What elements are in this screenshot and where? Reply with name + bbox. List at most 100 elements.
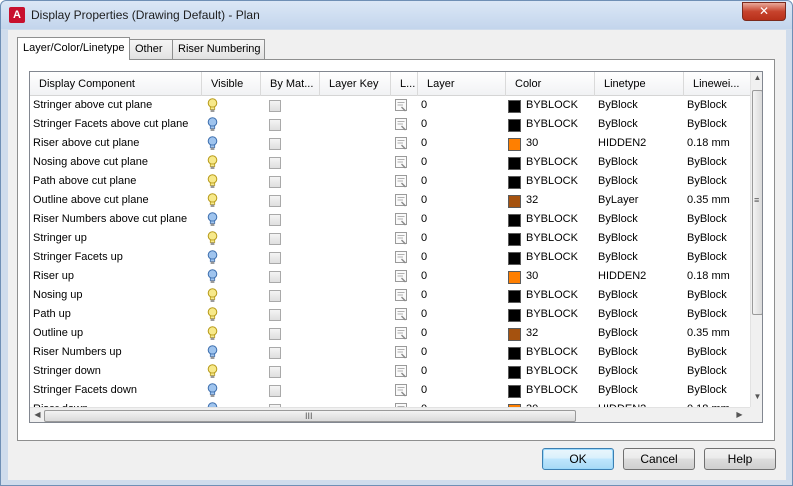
horizontal-scrollbar[interactable]: ◀ III ▶ xyxy=(30,407,750,422)
table-row[interactable]: Stringer Facets above cut plane 0 BYBLOCK B… xyxy=(30,116,750,135)
layer-key-lock-cell[interactable] xyxy=(391,249,418,268)
table-row[interactable]: Riser Numbers above cut plane 0 BYBLOCK ByB… xyxy=(30,211,750,230)
layer-key-lock-cell[interactable] xyxy=(391,211,418,230)
table-row[interactable]: Stringer down 0 BYBLOCK ByBlock ByBlock xyxy=(30,363,750,382)
layer-value[interactable]: 0 xyxy=(418,268,506,287)
color-cell[interactable]: BYBLOCK xyxy=(506,249,595,268)
linetype-value[interactable]: ByBlock xyxy=(595,287,684,306)
layer-value[interactable]: 0 xyxy=(418,325,506,344)
by-material-checkbox[interactable] xyxy=(269,195,281,207)
table-row[interactable]: Nosing up 0 BYBLOCK ByBlock ByBlock xyxy=(30,287,750,306)
layer-value[interactable]: 0 xyxy=(418,249,506,268)
color-cell[interactable]: BYBLOCK xyxy=(506,306,595,325)
table-row[interactable]: Riser Numbers up 0 BYBLOCK ByBlock ByBlock xyxy=(30,344,750,363)
lineweight-value[interactable]: 0.35 mm xyxy=(684,192,750,211)
layer-key-lock-cell[interactable] xyxy=(391,230,418,249)
linetype-value[interactable]: ByBlock xyxy=(595,249,684,268)
layer-key-lock-cell[interactable] xyxy=(391,344,418,363)
linetype-value[interactable]: HIDDEN2 xyxy=(595,268,684,287)
layer-key-cell[interactable] xyxy=(320,325,391,344)
lineweight-value[interactable]: 0.18 mm xyxy=(684,268,750,287)
by-material-checkbox[interactable] xyxy=(269,328,281,340)
layer-key-lock-cell[interactable] xyxy=(391,325,418,344)
column-header-lineweight[interactable]: Linewei... xyxy=(684,72,750,96)
layer-key-cell[interactable] xyxy=(320,135,391,154)
color-cell[interactable]: BYBLOCK xyxy=(506,116,595,135)
layer-key-lock-cell[interactable] xyxy=(391,135,418,154)
lineweight-value[interactable]: 0.35 mm xyxy=(684,325,750,344)
layer-value[interactable]: 0 xyxy=(418,306,506,325)
table-row[interactable]: Path up 0 BYBLOCK ByBlock ByBlock xyxy=(30,306,750,325)
column-header-display-component[interactable]: Display Component xyxy=(30,72,202,96)
table-row[interactable]: Nosing above cut plane 0 BYBLOCK ByBlock ByB… xyxy=(30,154,750,173)
layer-key-cell[interactable] xyxy=(320,192,391,211)
layer-key-lock-cell[interactable] xyxy=(391,97,418,116)
layer-key-cell[interactable] xyxy=(320,268,391,287)
column-header-layer[interactable]: Layer xyxy=(418,72,506,96)
by-material-checkbox[interactable] xyxy=(269,176,281,188)
linetype-value[interactable]: ByLayer xyxy=(595,192,684,211)
layer-key-lock-cell[interactable] xyxy=(391,382,418,401)
layer-key-cell[interactable] xyxy=(320,344,391,363)
scroll-down-arrow[interactable]: ▼ xyxy=(751,392,762,401)
linetype-value[interactable]: ByBlock xyxy=(595,344,684,363)
by-material-checkbox[interactable] xyxy=(269,100,281,112)
table-row[interactable]: Stringer Facets down 0 BYBLOCK ByBlock ByBlo… xyxy=(30,382,750,401)
layer-key-cell[interactable] xyxy=(320,287,391,306)
color-cell[interactable]: BYBLOCK xyxy=(506,173,595,192)
tab-other[interactable]: Other xyxy=(129,39,173,59)
by-material-checkbox[interactable] xyxy=(269,290,281,302)
layer-key-lock-cell[interactable] xyxy=(391,192,418,211)
linetype-value[interactable]: ByBlock xyxy=(595,116,684,135)
column-header-layer-key[interactable]: Layer Key xyxy=(320,72,391,96)
visible-toggle[interactable] xyxy=(202,116,261,135)
scroll-up-arrow[interactable]: ▲ xyxy=(751,73,762,82)
layer-value[interactable]: 0 xyxy=(418,344,506,363)
table-row[interactable]: Riser up 0 30 HIDDEN2 0.18 mm xyxy=(30,268,750,287)
by-material-checkbox[interactable] xyxy=(269,138,281,150)
lineweight-value[interactable]: ByBlock xyxy=(684,230,750,249)
help-button[interactable]: Help xyxy=(704,448,776,470)
scroll-right-arrow[interactable]: ▶ xyxy=(733,410,746,419)
layer-value[interactable]: 0 xyxy=(418,192,506,211)
lineweight-value[interactable]: ByBlock xyxy=(684,173,750,192)
table-row[interactable]: Stringer up 0 BYBLOCK ByBlock ByBlock xyxy=(30,230,750,249)
linetype-value[interactable]: ByBlock xyxy=(595,97,684,116)
visible-toggle[interactable] xyxy=(202,306,261,325)
lineweight-value[interactable]: ByBlock xyxy=(684,363,750,382)
layer-key-lock-cell[interactable] xyxy=(391,173,418,192)
layer-key-cell[interactable] xyxy=(320,116,391,135)
layer-key-cell[interactable] xyxy=(320,363,391,382)
lineweight-value[interactable]: 0.18 mm xyxy=(684,135,750,154)
layer-key-cell[interactable] xyxy=(320,306,391,325)
table-row[interactable]: Outline above cut plane 0 32 ByLayer 0.35 mm xyxy=(30,192,750,211)
layer-value[interactable]: 0 xyxy=(418,173,506,192)
cancel-button[interactable]: Cancel xyxy=(623,448,695,470)
layer-value[interactable]: 0 xyxy=(418,211,506,230)
layer-key-cell[interactable] xyxy=(320,173,391,192)
by-material-checkbox[interactable] xyxy=(269,252,281,264)
layer-value[interactable]: 0 xyxy=(418,363,506,382)
visible-toggle[interactable] xyxy=(202,382,261,401)
color-cell[interactable]: BYBLOCK xyxy=(506,363,595,382)
layer-value[interactable]: 0 xyxy=(418,116,506,135)
layer-key-lock-cell[interactable] xyxy=(391,154,418,173)
tab-riser-numbering[interactable]: Riser Numbering xyxy=(172,39,265,59)
scroll-left-arrow[interactable]: ◀ xyxy=(31,410,44,419)
visible-toggle[interactable] xyxy=(202,97,261,116)
column-header-layer-key-lock[interactable]: L... xyxy=(391,72,418,96)
color-cell[interactable]: BYBLOCK xyxy=(506,344,595,363)
by-material-checkbox[interactable] xyxy=(269,233,281,245)
layer-key-lock-cell[interactable] xyxy=(391,363,418,382)
color-cell[interactable]: BYBLOCK xyxy=(506,230,595,249)
linetype-value[interactable]: ByBlock xyxy=(595,382,684,401)
visible-toggle[interactable] xyxy=(202,173,261,192)
visible-toggle[interactable] xyxy=(202,363,261,382)
color-cell[interactable]: 30 xyxy=(506,268,595,287)
layer-value[interactable]: 0 xyxy=(418,287,506,306)
table-row[interactable]: Riser above cut plane 0 30 HIDDEN2 0.18 mm xyxy=(30,135,750,154)
visible-toggle[interactable] xyxy=(202,192,261,211)
by-material-checkbox[interactable] xyxy=(269,157,281,169)
layer-key-lock-cell[interactable] xyxy=(391,116,418,135)
by-material-checkbox[interactable] xyxy=(269,309,281,321)
